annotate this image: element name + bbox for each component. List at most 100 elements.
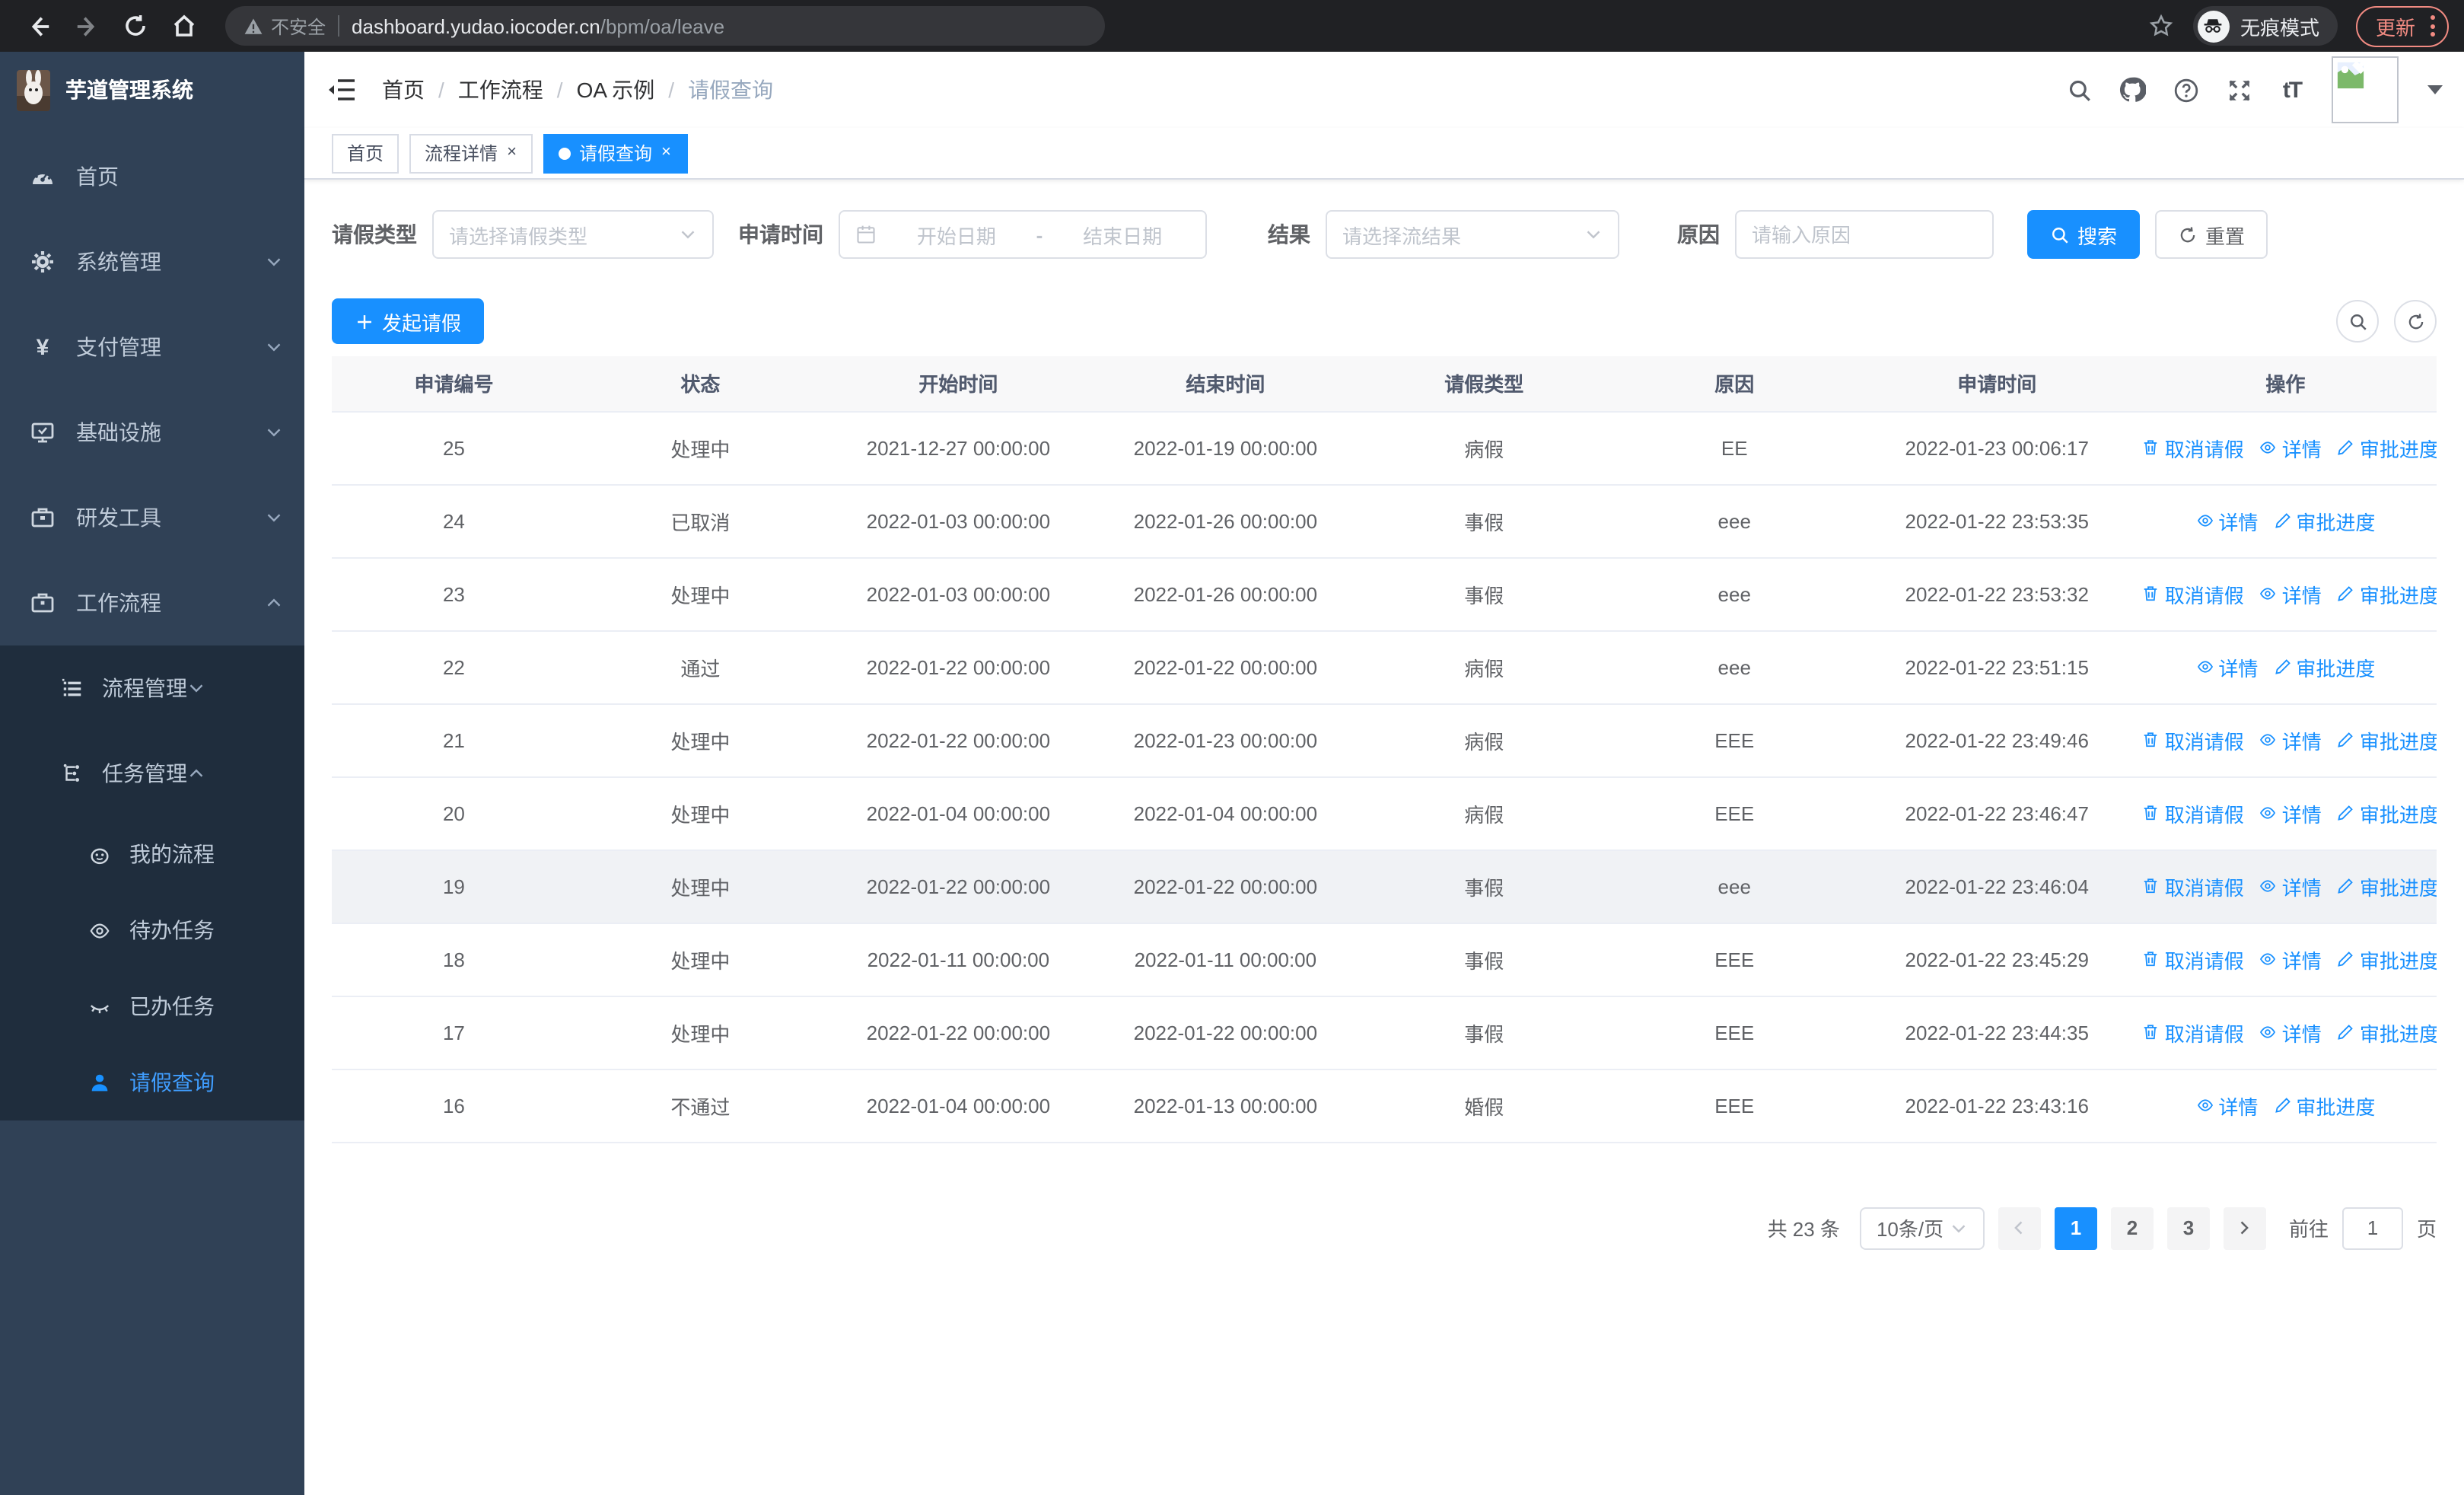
- prev-page-button[interactable]: [1998, 1207, 2041, 1249]
- close-icon[interactable]: ×: [660, 143, 673, 163]
- chevron-up-icon: [187, 764, 205, 783]
- cell-reason: EEE: [1609, 776, 1860, 850]
- bookmark-star-icon[interactable]: [2147, 12, 2175, 40]
- end-date-input[interactable]: 结束日期: [1055, 220, 1190, 249]
- chevron-down-icon: [265, 508, 283, 527]
- sidebar-item-payment[interactable]: ¥ 支付管理: [0, 304, 304, 390]
- breadcrumb-item[interactable]: 工作流程: [458, 75, 543, 105]
- sidebar-item-my-process[interactable]: 我的流程: [0, 816, 304, 892]
- cancel-leave-link[interactable]: 取消请假: [2142, 945, 2244, 974]
- avatar-caret-icon[interactable]: [2427, 85, 2443, 94]
- github-icon[interactable]: [2119, 76, 2146, 104]
- sidebar-item-process-mgmt[interactable]: 流程管理: [0, 645, 304, 731]
- start-date-input[interactable]: 开始日期: [889, 220, 1024, 249]
- progress-link[interactable]: 审批进度: [2337, 945, 2437, 974]
- edit-icon: [2337, 877, 2355, 895]
- eye-icon: [2259, 950, 2278, 968]
- progress-link[interactable]: 审批进度: [2337, 872, 2437, 901]
- browser-back-icon[interactable]: [24, 12, 52, 40]
- sidebar-item-todo-tasks[interactable]: 待办任务: [0, 892, 304, 968]
- cell-leave-type: 病假: [1358, 630, 1609, 704]
- tab-process-detail[interactable]: 流程详情 ×: [409, 133, 533, 173]
- sidebar-item-devtools[interactable]: 研发工具: [0, 475, 304, 560]
- progress-link[interactable]: 审批进度: [2273, 506, 2375, 535]
- detail-link[interactable]: 详情: [2259, 872, 2322, 901]
- cancel-leave-link[interactable]: 取消请假: [2142, 433, 2244, 462]
- browser-home-icon[interactable]: [170, 12, 198, 40]
- page-size-select[interactable]: 10条/页: [1859, 1207, 1985, 1249]
- detail-link[interactable]: 详情: [2259, 799, 2322, 827]
- progress-link[interactable]: 审批进度: [2337, 1018, 2437, 1047]
- sidebar-item-done-tasks[interactable]: 已办任务: [0, 968, 304, 1044]
- page-button-3[interactable]: 3: [2166, 1207, 2210, 1249]
- sidebar-item-leave-query[interactable]: 请假查询: [0, 1044, 304, 1120]
- create-leave-button[interactable]: 发起请假: [332, 298, 485, 344]
- page-button-1[interactable]: 1: [2054, 1207, 2097, 1249]
- detail-link[interactable]: 详情: [2259, 945, 2322, 974]
- sidebar-item-system[interactable]: 系统管理: [0, 219, 304, 304]
- chevron-up-icon: [265, 594, 283, 612]
- detail-link[interactable]: 详情: [2259, 433, 2322, 462]
- detail-link[interactable]: 详情: [2195, 652, 2258, 681]
- warning-icon: [244, 18, 263, 33]
- cancel-leave-link[interactable]: 取消请假: [2142, 1018, 2244, 1047]
- browser-menu-icon[interactable]: [2431, 15, 2435, 37]
- header-search-icon[interactable]: [2065, 76, 2093, 104]
- refresh-table-button[interactable]: [2394, 300, 2437, 343]
- tab-leave-query[interactable]: 请假查询 ×: [543, 133, 688, 173]
- sidebar-item-task-mgmt[interactable]: 任务管理: [0, 731, 304, 816]
- close-icon[interactable]: ×: [505, 143, 518, 163]
- cell-leave-type: 事假: [1358, 484, 1609, 558]
- goto-page-input[interactable]: [2341, 1207, 2403, 1249]
- result-select[interactable]: 请选择流结果: [1326, 210, 1619, 259]
- detail-link[interactable]: 详情: [2195, 506, 2258, 535]
- cell-status: 不通过: [575, 1069, 825, 1143]
- page-button-2[interactable]: 2: [2110, 1207, 2154, 1249]
- cell-apply-time: 2022-01-22 23:49:46: [1859, 703, 2135, 777]
- sidebar-collapse-icon[interactable]: [327, 75, 358, 105]
- app-logo[interactable]: 芋道管理系统: [0, 52, 304, 128]
- cancel-leave-link[interactable]: 取消请假: [2142, 799, 2244, 827]
- leave-type-select[interactable]: 请选择请假类型: [432, 210, 714, 259]
- progress-link[interactable]: 审批进度: [2337, 433, 2437, 462]
- toggle-search-button[interactable]: [2336, 300, 2379, 343]
- progress-link[interactable]: 审批进度: [2337, 725, 2437, 754]
- sidebar-item-infra[interactable]: 基础设施: [0, 390, 304, 475]
- address-bar[interactable]: 不安全 dashboard.yudao.iocoder.cn/bpm/oa/le…: [225, 6, 1105, 46]
- reset-button[interactable]: 重置: [2155, 210, 2268, 259]
- not-secure-warning[interactable]: 不安全: [244, 13, 326, 39]
- progress-link[interactable]: 审批进度: [2273, 652, 2375, 681]
- reason-input-wrap: [1735, 210, 1994, 259]
- detail-link[interactable]: 详情: [2259, 579, 2322, 608]
- detail-link[interactable]: 详情: [2259, 1018, 2322, 1047]
- sidebar-item-workflow[interactable]: 工作流程: [0, 560, 304, 645]
- reason-input[interactable]: [1752, 223, 1977, 246]
- apply-time-range-picker[interactable]: 开始日期 - 结束日期: [839, 210, 1207, 259]
- next-page-button[interactable]: [2223, 1207, 2266, 1249]
- table-row: 16 不通过 2022-01-04 00:00:00 2022-01-13 00:00…: [332, 1069, 2437, 1143]
- cell-actions: 取消请假 详情 审批进度: [2134, 776, 2437, 850]
- detail-link[interactable]: 详情: [2195, 1091, 2258, 1120]
- help-icon[interactable]: [2172, 76, 2199, 104]
- detail-link[interactable]: 详情: [2259, 725, 2322, 754]
- column-header: 开始时间: [824, 356, 1092, 412]
- breadcrumb-item[interactable]: 首页: [382, 75, 425, 105]
- browser-reload-icon[interactable]: [122, 12, 149, 40]
- cancel-leave-link[interactable]: 取消请假: [2142, 872, 2244, 901]
- browser-update-button[interactable]: 更新: [2355, 5, 2449, 46]
- search-button[interactable]: 搜索: [2027, 210, 2141, 259]
- progress-link[interactable]: 审批进度: [2273, 1091, 2375, 1120]
- breadcrumb-item[interactable]: OA 示例: [577, 75, 655, 105]
- font-size-icon[interactable]: tT: [2278, 76, 2306, 104]
- cell-reason: EEE: [1609, 703, 1860, 777]
- fullscreen-icon[interactable]: [2225, 76, 2252, 104]
- tab-home[interactable]: 首页: [332, 133, 400, 173]
- cancel-leave-link[interactable]: 取消请假: [2142, 579, 2244, 608]
- cell-end-time: 2022-01-26 00:00:00: [1091, 484, 1359, 558]
- progress-link[interactable]: 审批进度: [2337, 579, 2437, 608]
- avatar[interactable]: [2332, 56, 2399, 123]
- progress-link[interactable]: 审批进度: [2337, 799, 2437, 827]
- sidebar-item-home[interactable]: 首页: [0, 134, 304, 219]
- cancel-leave-link[interactable]: 取消请假: [2142, 725, 2244, 754]
- browser-forward-icon[interactable]: [73, 12, 100, 40]
